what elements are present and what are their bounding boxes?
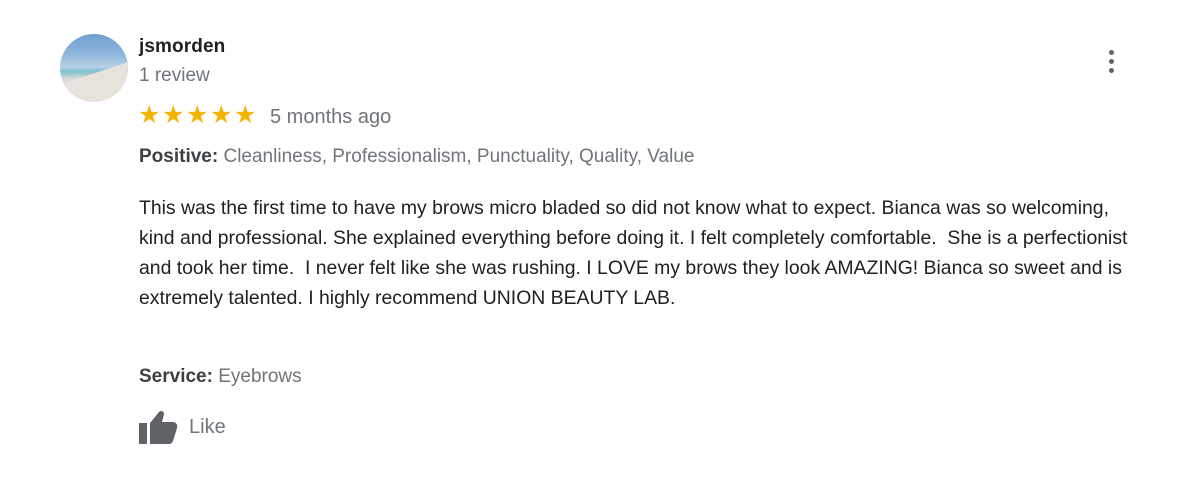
more-vert-icon-dot	[1109, 59, 1114, 64]
star-icon: ★	[186, 101, 209, 129]
like-label: Like	[189, 415, 226, 438]
star-icon: ★	[210, 101, 233, 129]
thumbs-up-icon	[139, 410, 178, 444]
review-card: jsmorden 1 review ★ ★ ★ ★ ★ 5 months ago…	[0, 0, 1200, 480]
positive-attributes: Positive: Cleanliness, Professionalism, …	[139, 146, 694, 168]
author-review-count[interactable]: 1 review	[139, 65, 210, 87]
star-icon: ★	[162, 101, 185, 129]
positive-label: Positive:	[139, 146, 219, 167]
positive-value: Cleanliness, Professionalism, Punctualit…	[218, 146, 695, 167]
review-time: 5 months ago	[270, 106, 392, 128]
service-info: Service: Eyebrows	[139, 366, 302, 388]
avatar-beach-image	[60, 61, 128, 102]
star-icon: ★	[138, 101, 161, 129]
star-rating: ★ ★ ★ ★ ★	[138, 103, 258, 129]
service-label: Service:	[139, 366, 213, 387]
more-options-button[interactable]	[1100, 48, 1124, 76]
star-icon: ★	[234, 101, 257, 129]
more-vert-icon-dot	[1109, 50, 1114, 55]
more-vert-icon-dot	[1109, 68, 1114, 73]
author-name[interactable]: jsmorden	[139, 36, 225, 58]
like-button[interactable]: Like	[138, 408, 226, 446]
review-text: This was the first time to have my brows…	[139, 197, 1133, 309]
avatar[interactable]	[60, 34, 128, 102]
service-value: Eyebrows	[212, 366, 302, 387]
